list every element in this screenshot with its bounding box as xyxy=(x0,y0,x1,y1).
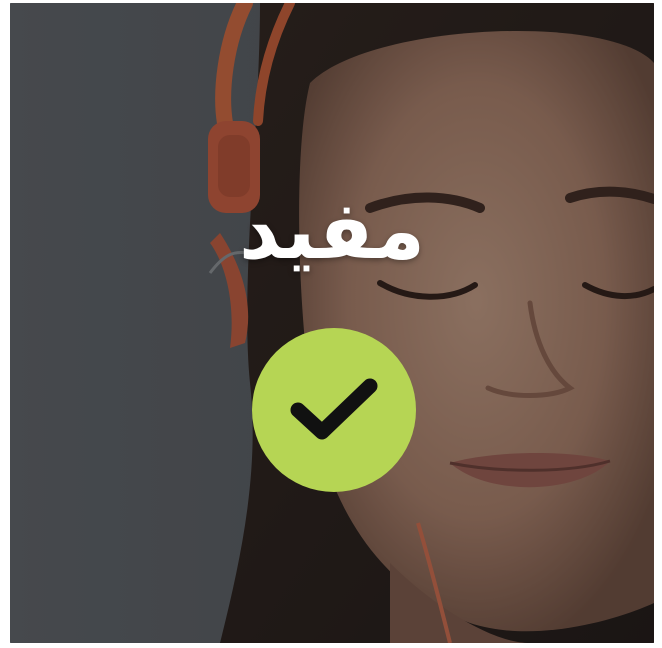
status-badge xyxy=(252,328,416,492)
dark-overlay xyxy=(10,3,654,643)
checkmark-icon xyxy=(290,378,378,440)
status-label: مفيد xyxy=(239,184,425,277)
feedback-card: مفيد xyxy=(10,3,654,643)
